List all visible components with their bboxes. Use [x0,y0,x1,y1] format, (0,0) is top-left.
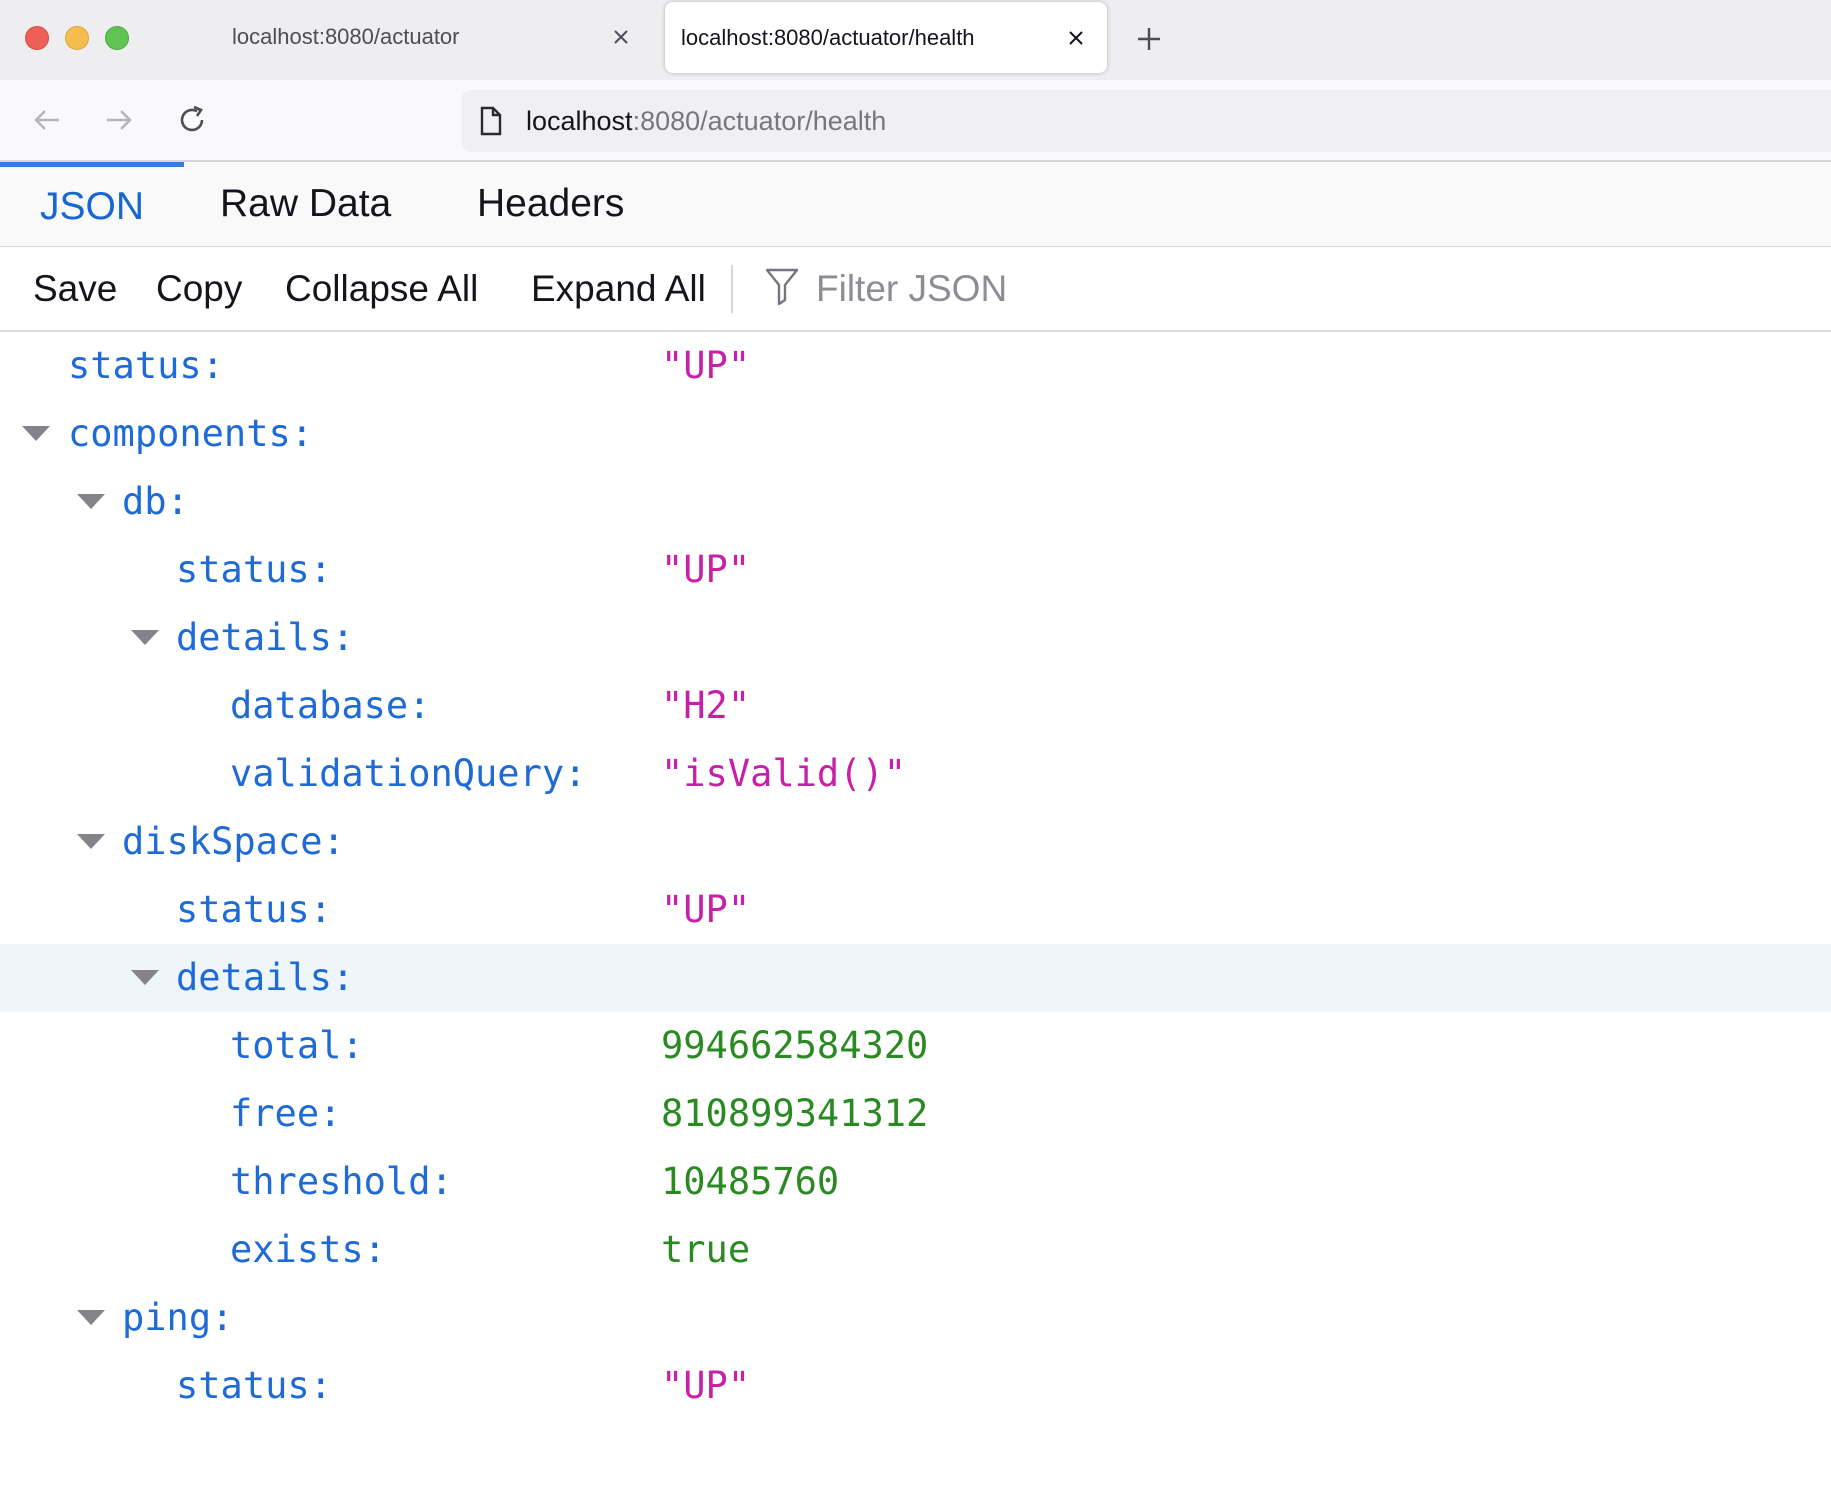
json-key: free: [230,1080,341,1148]
json-key: status: [176,876,332,944]
forward-arrow-icon[interactable] [99,100,139,140]
json-row[interactable]: details: [0,944,1831,1012]
json-row[interactable]: free: 810899341312 [0,1080,1831,1148]
json-key: details: [176,604,354,672]
json-toolbar: Save Copy Collapse All Expand All [0,247,1831,332]
json-value: 994662584320 [661,1012,928,1080]
tab-title: localhost:8080/actuator/health [681,25,975,51]
close-window-button[interactable] [25,26,49,50]
json-value: "isValid()" [661,740,906,808]
twisty-expanded-icon[interactable] [131,970,159,985]
json-row[interactable]: components: [0,400,1831,468]
tab-raw-data[interactable]: Raw Data [220,162,391,246]
twisty-expanded-icon[interactable] [77,834,105,849]
viewer-tabs: JSON Raw Data Headers [0,162,1831,247]
json-value: 10485760 [661,1148,839,1216]
copy-button[interactable]: Copy [156,247,242,330]
browser-tab-health[interactable]: localhost:8080/actuator/health [665,2,1107,73]
json-key: details: [176,944,354,1012]
json-tree: status:"UP"components:db:status:"UP"deta… [0,332,1831,1420]
collapse-all-button[interactable]: Collapse All [285,247,478,330]
json-value: "UP" [661,536,750,604]
json-key: total: [230,1012,364,1080]
browser-tab-actuator[interactable]: localhost:8080/actuator [202,0,652,73]
json-row[interactable]: validationQuery: "isValid()" [0,740,1831,808]
tab-json[interactable]: JSON [0,162,184,246]
tab-strip: localhost:8080/actuator localhost:8080/a… [0,0,1831,80]
json-row[interactable]: database: "H2" [0,672,1831,740]
zoom-window-button[interactable] [105,26,129,50]
json-row[interactable]: status: "UP" [0,332,1831,400]
json-value: true [661,1216,750,1284]
twisty-expanded-icon[interactable] [77,1310,105,1325]
json-key: exists: [230,1216,386,1284]
json-value: "UP" [661,1352,750,1420]
tab-headers[interactable]: Headers [477,162,624,246]
address-bar[interactable]: localhost:8080/actuator/health [462,90,1831,152]
json-row[interactable]: status: "UP" [0,536,1831,604]
json-row[interactable]: details: [0,604,1831,672]
twisty-expanded-icon[interactable] [22,426,50,441]
close-icon[interactable] [1065,27,1087,49]
json-key: db: [122,468,189,536]
navigation-bar: localhost:8080/actuator/health [0,80,1831,162]
minimize-window-button[interactable] [65,26,89,50]
json-key: status: [176,1352,332,1420]
twisty-expanded-icon[interactable] [131,630,159,645]
json-row[interactable]: ping: [0,1284,1831,1352]
plus-icon[interactable] [1132,22,1166,56]
page-icon [479,106,505,136]
tab-title: localhost:8080/actuator [232,24,460,50]
json-row[interactable]: status: "UP" [0,876,1831,944]
json-row[interactable]: threshold: 10485760 [0,1148,1831,1216]
json-row[interactable]: status: "UP" [0,1352,1831,1420]
url-text: localhost:8080/actuator/health [526,106,886,137]
expand-all-button[interactable]: Expand All [531,247,706,330]
json-key: ping: [122,1284,233,1352]
url-path: :8080/actuator/health [633,106,887,136]
json-key: database: [230,672,430,740]
json-key: threshold: [230,1148,453,1216]
json-key: validationQuery: [230,740,586,808]
toolbar-divider [731,265,733,313]
json-row[interactable]: exists: true [0,1216,1831,1284]
reload-icon[interactable] [172,100,212,140]
json-value: "H2" [661,672,750,740]
json-row[interactable]: total: 994662584320 [0,1012,1831,1080]
save-button[interactable]: Save [33,247,117,330]
twisty-expanded-icon[interactable] [77,494,105,509]
back-arrow-icon[interactable] [27,100,67,140]
json-row[interactable]: db: [0,468,1831,536]
filter-json-input[interactable] [814,267,1418,311]
url-host: localhost [526,106,633,136]
close-icon[interactable] [610,26,632,48]
json-value: "UP" [661,332,750,400]
filter-icon [764,266,800,311]
json-key: components: [68,400,313,468]
json-row[interactable]: diskSpace: [0,808,1831,876]
json-value: 810899341312 [661,1080,928,1148]
json-key: status: [176,536,332,604]
json-key: status: [68,332,224,400]
filter-box [764,247,1418,330]
json-key: diskSpace: [122,808,345,876]
json-value: "UP" [661,876,750,944]
